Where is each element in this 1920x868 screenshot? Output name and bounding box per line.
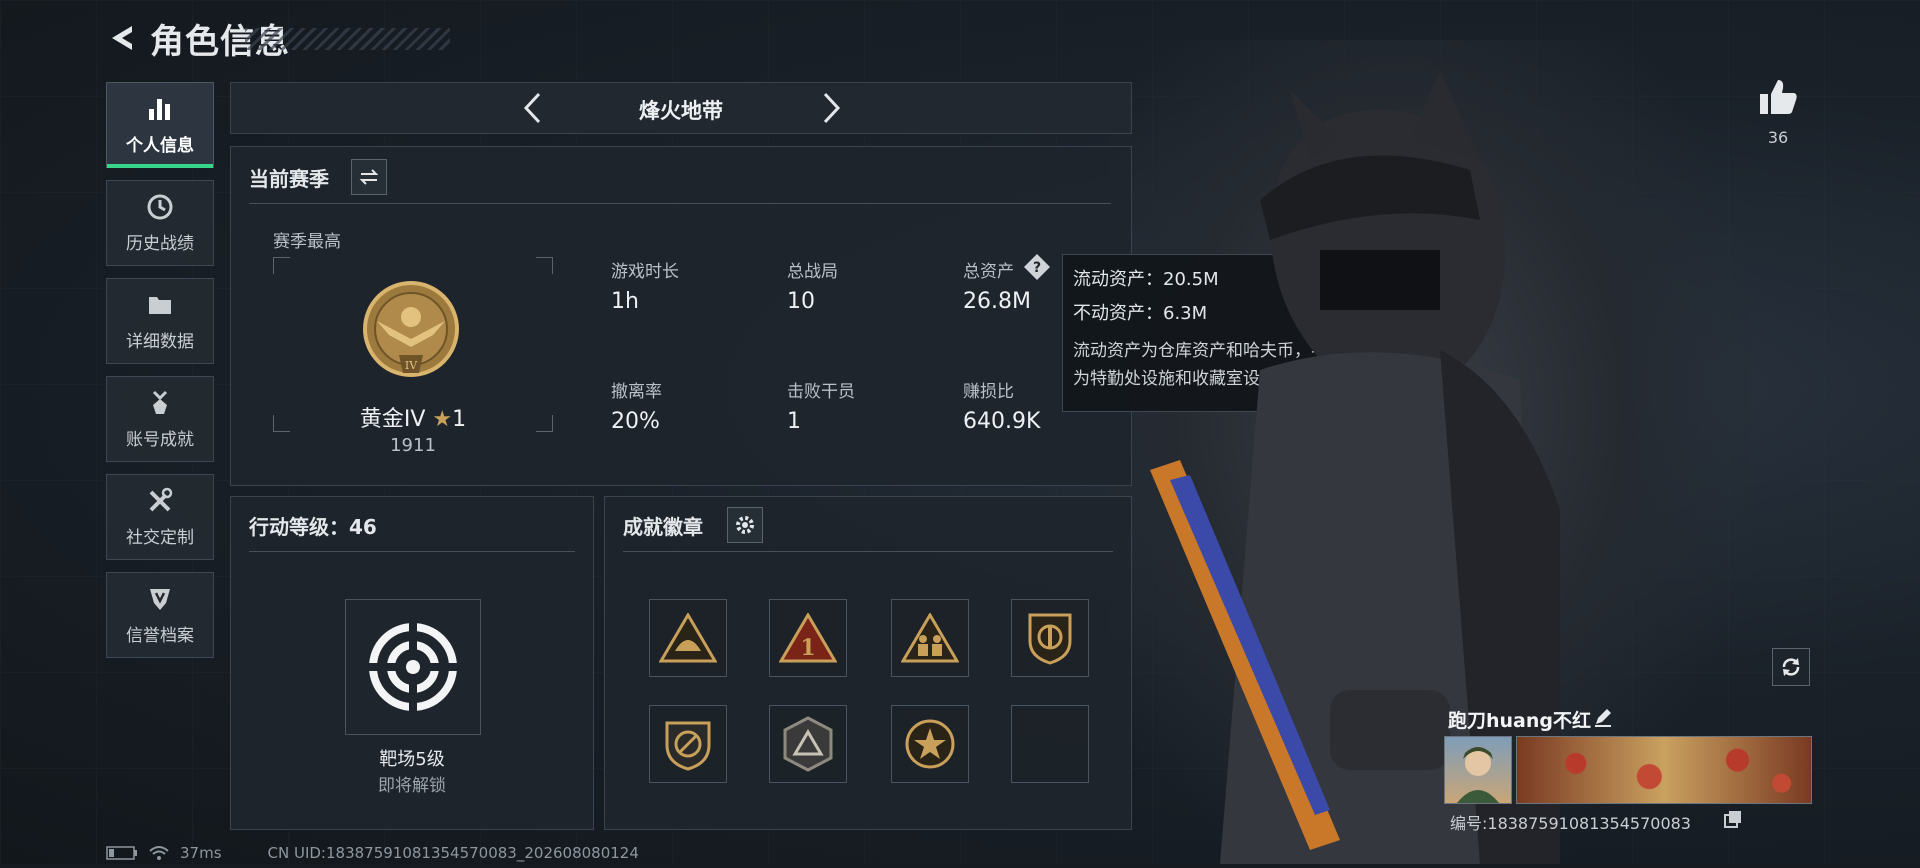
divider	[249, 551, 575, 552]
sidebar-item-achievements[interactable]: 账号成就	[106, 376, 214, 462]
uid-text: CN UID:18387591081354570083_202608080124	[267, 844, 639, 862]
achievement-badge[interactable]	[891, 705, 969, 783]
star-icon: ★	[432, 407, 453, 432]
folder-icon	[146, 291, 174, 319]
target-icon	[368, 622, 458, 712]
achievement-badge[interactable]	[891, 599, 969, 677]
gear-icon	[736, 516, 754, 534]
stat-value: 1	[787, 409, 801, 434]
stat-label: 总资产	[963, 262, 1014, 282]
sidebar-item-label: 社交定制	[126, 527, 194, 548]
rank-name: 黄金IV	[359, 407, 426, 432]
stat-value: 26.8M	[963, 289, 1031, 314]
sidebar-item-label: 历史战绩	[126, 233, 194, 254]
sidebar-item-history[interactable]: 历史战绩	[106, 180, 214, 266]
season-panel: 当前赛季 赛季最高 IV 黄金IV ★1 1911 游戏时长 1h 总战局 10…	[230, 146, 1132, 486]
achievements-title: 成就徽章	[623, 515, 703, 539]
helmet-badge-icon	[659, 613, 717, 663]
rank-line: 黄金IV ★1	[273, 401, 553, 433]
action-level-title: 行动等级：46	[249, 515, 377, 539]
stat-label: 赚损比	[963, 382, 1014, 402]
no-weapon-badge-icon	[665, 721, 711, 771]
star-badge-icon	[905, 719, 955, 769]
title-decoration	[245, 28, 450, 50]
shield-icon	[146, 585, 174, 613]
stat-label: 撤离率	[611, 382, 662, 402]
svg-text:IV: IV	[405, 359, 418, 372]
achievements-panel: 成就徽章 1	[604, 496, 1132, 830]
player-id: 编号:18387591081354570083	[1450, 814, 1691, 833]
battery-icon	[106, 846, 138, 860]
divider	[623, 551, 1113, 552]
medal-icon	[146, 389, 174, 417]
sidebar-item-personal-info[interactable]: 个人信息	[106, 82, 214, 168]
unlock-item-name: 靶场5级	[379, 749, 445, 770]
sidebar-item-social-custom[interactable]: 社交定制	[106, 474, 214, 560]
mode-name: 烽火地带	[639, 99, 723, 123]
shield-badge-icon	[1028, 613, 1072, 665]
sidebar-item-label: 详细数据	[126, 331, 194, 352]
player-name: 跑刀huang不红	[1448, 710, 1592, 732]
sidebar-item-label: 账号成就	[126, 429, 194, 450]
tools-icon	[146, 487, 174, 515]
achievement-badge[interactable]	[1011, 599, 1089, 677]
sidebar-item-detailed-data[interactable]: 详细数据	[106, 278, 214, 364]
stat-value: 20%	[611, 409, 660, 434]
rotate-character-button[interactable]	[1772, 648, 1810, 686]
help-icon[interactable]: ?	[1023, 253, 1051, 281]
clock-icon	[146, 193, 174, 221]
season-title: 当前赛季	[249, 167, 329, 191]
svg-text:1: 1	[800, 635, 815, 661]
season-best-label: 赛季最高	[273, 232, 341, 252]
svg-text:?: ?	[1033, 260, 1041, 276]
sidebar-item-reputation[interactable]: 信誉档案	[106, 572, 214, 658]
unlock-status: 即将解锁	[378, 776, 446, 796]
bar-chart-icon	[146, 95, 174, 123]
copy-icon[interactable]	[1724, 810, 1742, 828]
sidebar-item-label: 信誉档案	[126, 625, 194, 646]
stat-value: 1h	[611, 289, 639, 314]
thumbs-up-icon[interactable]	[1758, 78, 1798, 116]
gold-rank-emblem-icon: IV	[359, 277, 463, 387]
back-arrow-icon[interactable]	[106, 22, 138, 54]
achievement-badge[interactable]	[649, 705, 727, 783]
stat-label: 游戏时长	[611, 262, 679, 282]
triangle-badge-icon	[783, 716, 833, 772]
rank-score: 1911	[390, 435, 436, 456]
chevron-right-icon[interactable]	[819, 91, 843, 125]
empty-badge-slot[interactable]	[1011, 705, 1089, 783]
edit-icon[interactable]	[1592, 706, 1614, 728]
wifi-icon	[148, 845, 170, 861]
achievement-settings-button[interactable]	[727, 507, 763, 543]
rank-stars: 1	[452, 407, 467, 432]
likes-count: 36	[1767, 128, 1789, 147]
status-bar: 37ms CN UID:18387591081354570083_2026080…	[106, 844, 639, 862]
stat-label: 击败干员	[787, 382, 855, 402]
achievement-badge[interactable]	[769, 705, 847, 783]
ping-value: 37ms	[180, 844, 222, 862]
stat-value: 10	[787, 289, 815, 314]
mode-selector: 烽火地带	[230, 82, 1132, 134]
refresh-icon	[1782, 658, 1800, 676]
swap-season-button[interactable]	[351, 159, 387, 195]
achievement-badge[interactable]	[649, 599, 727, 677]
stat-value: 640.9K	[963, 409, 1041, 434]
unlock-item-box[interactable]	[345, 599, 481, 735]
sidebar-item-label: 个人信息	[126, 135, 194, 156]
number-one-badge-icon: 1	[779, 613, 837, 663]
profile-banner[interactable]	[1516, 736, 1812, 804]
avatar[interactable]	[1444, 736, 1512, 804]
divider	[249, 203, 1111, 204]
stat-label: 总战局	[787, 262, 838, 282]
achievement-badge[interactable]: 1	[769, 599, 847, 677]
swap-icon	[359, 169, 379, 185]
soldiers-badge-icon	[901, 613, 959, 663]
action-level-panel: 行动等级：46 靶场5级 即将解锁	[230, 496, 594, 830]
